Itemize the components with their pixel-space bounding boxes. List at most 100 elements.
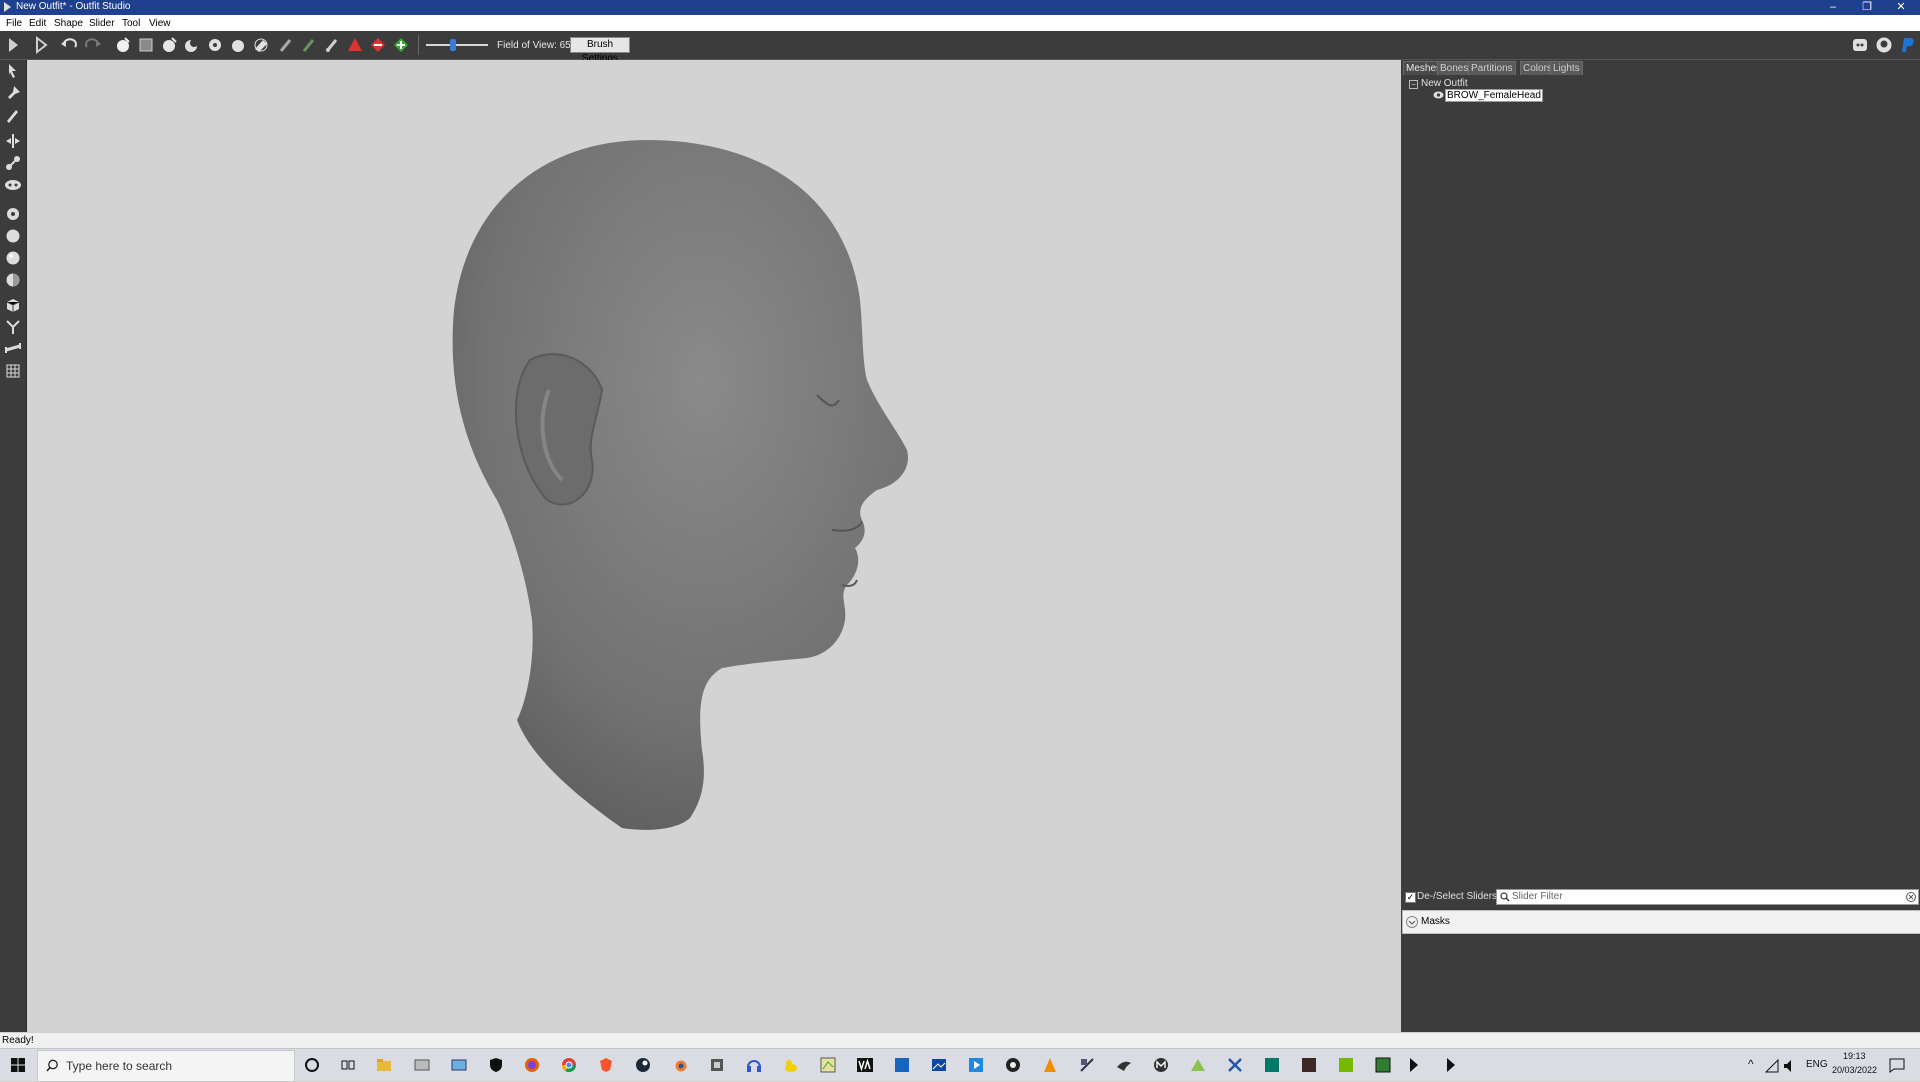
fov-slider-thumb[interactable] (450, 39, 456, 51)
minimize-button[interactable]: – (1818, 0, 1848, 15)
fov-slider-track[interactable] (426, 44, 488, 46)
tree-root-new-outfit[interactable]: New Outfit (1421, 78, 1468, 89)
terminal-app-icon[interactable] (1375, 1057, 1391, 1073)
gallery-app-icon[interactable] (931, 1057, 947, 1073)
undo-icon[interactable] (60, 36, 78, 54)
headphones-icon[interactable] (746, 1057, 762, 1073)
rubber-duck-icon[interactable] (783, 1057, 799, 1073)
cortana-icon[interactable] (304, 1057, 320, 1073)
blender-icon[interactable] (672, 1057, 688, 1073)
tree-item-brow-femalehead[interactable]: BROW_FemaleHead (1445, 89, 1543, 102)
slider-filter-input[interactable]: Slider Filter (1496, 889, 1919, 905)
obs-icon[interactable] (1005, 1057, 1021, 1073)
brush-undiff-icon[interactable] (229, 36, 247, 54)
media-player-icon[interactable] (968, 1057, 984, 1073)
grid-view-icon[interactable] (4, 362, 22, 380)
steam-icon[interactable] (635, 1057, 651, 1073)
tab-bones[interactable]: Bones (1437, 61, 1472, 76)
menu-shape[interactable]: Shape (54, 18, 83, 29)
delete-vertex-icon[interactable] (369, 36, 387, 54)
alpha-brush-icon[interactable] (323, 36, 341, 54)
taskbar-clock-time[interactable]: 19:13 (1843, 1051, 1866, 1061)
taskbar-clock-date[interactable]: 20/03/2022 (1832, 1065, 1877, 1075)
notification-center-icon[interactable] (1889, 1057, 1905, 1073)
brush-smooth-icon[interactable] (183, 36, 201, 54)
mod-organizer-icon[interactable] (1190, 1057, 1206, 1073)
select-mode-icon[interactable] (4, 36, 22, 54)
chrome-icon[interactable] (561, 1057, 577, 1073)
mirror-tool-icon[interactable] (4, 132, 22, 150)
discord-icon[interactable] (1851, 36, 1869, 54)
xray-view-icon[interactable] (4, 176, 22, 194)
language-indicator[interactable]: ENG (1806, 1059, 1828, 1070)
add-vertex-icon[interactable] (392, 36, 410, 54)
brush-move-icon[interactable] (206, 36, 224, 54)
va-app-icon[interactable] (857, 1057, 873, 1073)
weight-view-icon[interactable] (4, 318, 22, 336)
dark-app-icon[interactable] (1301, 1057, 1317, 1073)
connected-tool-icon[interactable] (4, 154, 22, 172)
weight-brush-icon[interactable] (277, 36, 295, 54)
lighting-view-icon[interactable] (4, 249, 22, 267)
firefox-icon[interactable] (524, 1057, 540, 1073)
nvidia-icon[interactable] (1338, 1057, 1354, 1073)
color-brush-icon[interactable] (300, 36, 318, 54)
volume-icon[interactable] (1783, 1059, 1797, 1073)
menu-slider[interactable]: Slider (89, 18, 115, 29)
nifskope-icon[interactable] (709, 1057, 725, 1073)
eye-icon[interactable] (1433, 90, 1444, 100)
paypal-icon[interactable] (1899, 36, 1917, 54)
tab-lights[interactable]: Lights (1550, 61, 1583, 76)
security-shield-icon[interactable] (488, 1057, 504, 1073)
texture-view-icon[interactable] (4, 271, 22, 289)
restore-button[interactable]: ❐ (1852, 0, 1882, 15)
photos-app-icon[interactable] (451, 1057, 467, 1073)
file-explorer-icon[interactable] (376, 1057, 392, 1073)
3d-viewport[interactable] (27, 60, 1399, 1032)
tools-app-icon[interactable] (1079, 1057, 1095, 1073)
network-icon[interactable] (1765, 1059, 1779, 1073)
menu-tool[interactable]: Tool (122, 18, 140, 29)
wireframe-view-icon[interactable] (4, 227, 22, 245)
eraser-icon[interactable] (252, 36, 270, 54)
brush-deflate-icon[interactable] (160, 36, 178, 54)
taskbar-search-box[interactable]: Type here to search (37, 1050, 295, 1082)
vertex-select-icon[interactable] (346, 36, 364, 54)
task-view-icon[interactable] (340, 1057, 356, 1073)
github-icon[interactable] (1875, 36, 1893, 54)
select-all-checkbox[interactable]: ✓ (1405, 892, 1416, 903)
menu-file[interactable]: File (6, 18, 22, 29)
tree-expander[interactable]: − (1409, 80, 1418, 89)
brush-settings-button[interactable]: Brush Settings (570, 37, 630, 64)
menu-edit[interactable]: Edit (29, 18, 46, 29)
windows-start-icon[interactable] (10, 1057, 26, 1073)
brush-inflate-icon[interactable] (114, 36, 132, 54)
chevron-down-icon[interactable] (1406, 916, 1418, 928)
brave-icon[interactable] (598, 1057, 614, 1073)
clear-filter-icon[interactable] (1906, 892, 1916, 902)
select-tool-icon[interactable] (4, 62, 22, 80)
show-hidden-icons-icon[interactable]: ^ (1748, 1057, 1754, 1071)
blue-app-icon[interactable] (894, 1057, 910, 1073)
tab-partitions[interactable]: Partitions (1468, 61, 1516, 76)
teal-app-icon[interactable] (1264, 1057, 1280, 1073)
mask-brush-icon[interactable] (137, 36, 155, 54)
bodyslide-taskbar-icon[interactable] (1406, 1057, 1422, 1073)
m-app-icon[interactable] (1153, 1057, 1169, 1073)
outfit-studio-taskbar-icon[interactable] (1443, 1057, 1459, 1073)
vlc-icon[interactable] (1042, 1057, 1058, 1073)
image-app-icon[interactable] (414, 1057, 430, 1073)
xedit-icon[interactable] (1227, 1057, 1243, 1073)
bird-app-icon[interactable] (1116, 1057, 1132, 1073)
redo-icon[interactable] (84, 36, 102, 54)
pen-tool-icon[interactable] (4, 106, 22, 124)
segment-view-icon[interactable] (4, 340, 22, 358)
vertex-view-icon[interactable] (4, 205, 22, 223)
menu-view[interactable]: View (149, 18, 171, 29)
masks-row[interactable]: Masks (1402, 910, 1920, 934)
pin-tool-icon[interactable] (4, 84, 22, 102)
map-app-icon[interactable] (820, 1057, 836, 1073)
transform-mode-icon[interactable] (32, 36, 50, 54)
close-button[interactable]: ✕ (1886, 0, 1916, 15)
mask-view-icon[interactable] (4, 296, 22, 314)
